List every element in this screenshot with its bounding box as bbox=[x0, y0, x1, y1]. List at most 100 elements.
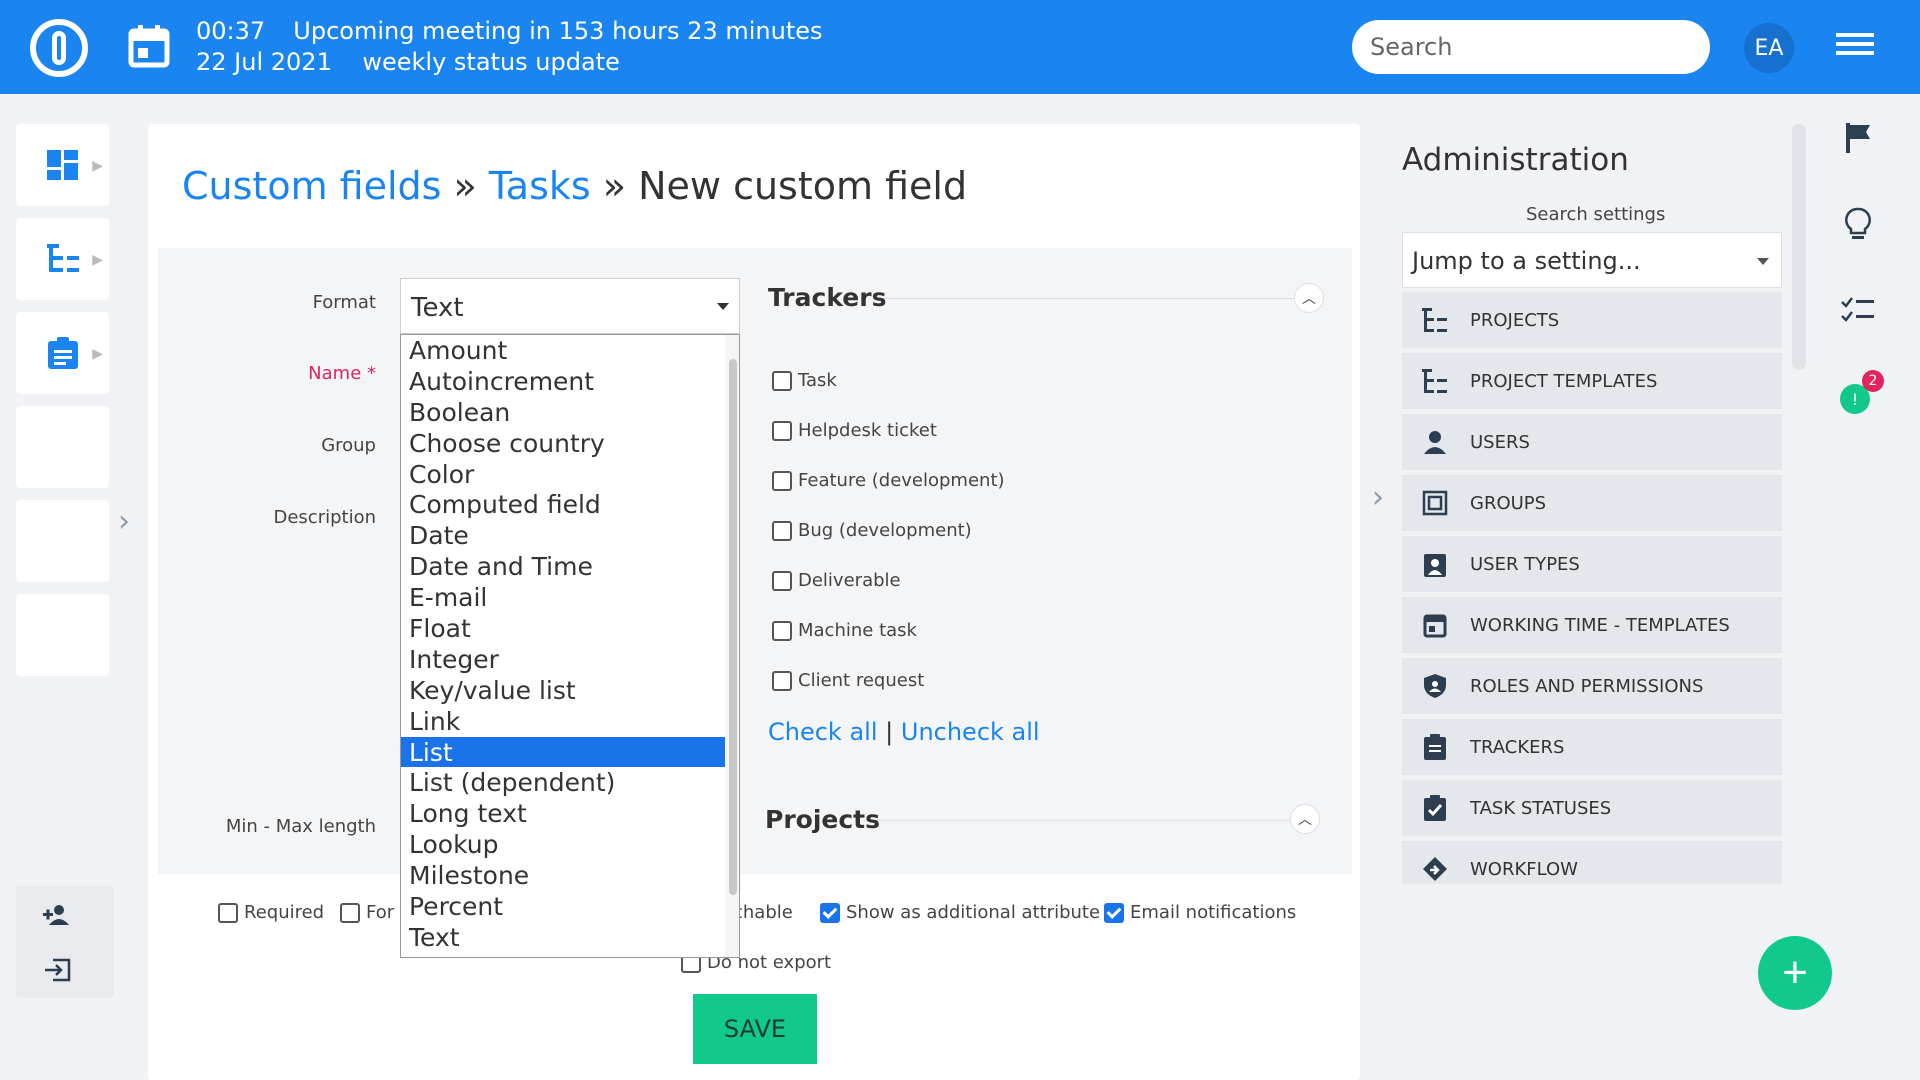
tracker-checkbox[interactable] bbox=[772, 570, 792, 591]
admin-item-projects[interactable]: PROJECTS bbox=[1402, 292, 1782, 348]
logout-icon[interactable] bbox=[45, 958, 71, 982]
tracker-label: Task bbox=[798, 370, 837, 391]
search-input[interactable] bbox=[1352, 20, 1710, 74]
checklist-icon[interactable] bbox=[1838, 290, 1878, 330]
admin-item-task-statuses[interactable]: TASK STATUSES bbox=[1402, 780, 1782, 836]
format-option[interactable]: Color bbox=[401, 459, 727, 490]
dropdown-scrollbar[interactable] bbox=[725, 335, 739, 957]
format-option[interactable]: List (dependent) bbox=[401, 767, 727, 798]
tracker-checkbox[interactable] bbox=[772, 370, 792, 391]
admin-item-label: ROLES AND PERMISSIONS bbox=[1470, 675, 1704, 697]
breadcrumb-tasks[interactable]: Tasks bbox=[489, 164, 591, 208]
admin-scrollbar[interactable] bbox=[1792, 124, 1806, 370]
admin-item-workflow[interactable]: WORKFLOW bbox=[1402, 841, 1782, 884]
format-option[interactable]: List bbox=[401, 736, 727, 768]
sidebar-tasks[interactable]: ▶ bbox=[16, 312, 109, 394]
tracker-option[interactable]: Client request bbox=[772, 670, 924, 691]
admin-item-label: WORKFLOW bbox=[1470, 858, 1578, 880]
description-label: Description bbox=[273, 507, 376, 528]
tracker-label: Feature (development) bbox=[798, 470, 1005, 491]
workflow-icon bbox=[1422, 856, 1448, 882]
breadcrumb-custom-fields[interactable]: Custom fields bbox=[182, 164, 441, 208]
format-option[interactable]: Lookup bbox=[401, 829, 727, 860]
task-statuses-icon bbox=[1422, 795, 1448, 821]
tracker-option[interactable]: Helpdesk ticket bbox=[772, 420, 937, 441]
format-option[interactable]: Float bbox=[401, 613, 727, 644]
email-notifications-checkbox[interactable] bbox=[1104, 902, 1124, 923]
tracker-checkbox[interactable] bbox=[772, 470, 792, 491]
sidebar-empty-slot[interactable] bbox=[16, 406, 109, 488]
sidebar-empty-slot[interactable] bbox=[16, 594, 109, 676]
sidebar-projects[interactable]: ▶ bbox=[16, 218, 109, 300]
expand-sidebar-icon[interactable]: › bbox=[118, 504, 130, 539]
scrollbar-thumb[interactable] bbox=[729, 359, 737, 895]
format-option[interactable]: Computed field bbox=[401, 489, 727, 520]
tracker-checkbox[interactable] bbox=[772, 520, 792, 541]
format-option[interactable]: Key/value list bbox=[401, 675, 727, 706]
admin-item-user-types[interactable]: USER TYPES bbox=[1402, 536, 1782, 592]
administration-title: Administration bbox=[1402, 142, 1629, 178]
chevron-right-icon: ▶ bbox=[92, 158, 103, 174]
collapse-admin-icon[interactable]: › bbox=[1372, 480, 1384, 515]
tracker-checkbox[interactable] bbox=[772, 420, 792, 441]
tracker-option[interactable]: Feature (development) bbox=[772, 470, 1005, 491]
menu-icon[interactable] bbox=[1836, 33, 1874, 61]
required-checkbox[interactable] bbox=[218, 902, 238, 923]
uncheck-all-link[interactable]: Uncheck all bbox=[901, 718, 1040, 746]
show-additional-checkbox[interactable] bbox=[820, 902, 840, 923]
breadcrumb-separator: » bbox=[590, 164, 639, 208]
app-logo-icon[interactable] bbox=[30, 19, 88, 77]
calendar-icon[interactable] bbox=[128, 24, 170, 68]
format-option[interactable]: Choose country bbox=[401, 428, 727, 459]
format-select[interactable]: Text bbox=[400, 278, 740, 334]
format-dropdown-list[interactable]: Amount Autoincrement Boolean Choose country… bbox=[400, 334, 740, 958]
format-option[interactable]: Text bbox=[401, 922, 727, 953]
collapse-projects-button[interactable]: ︿ bbox=[1290, 804, 1320, 834]
user-avatar[interactable]: EA bbox=[1744, 23, 1794, 73]
notification-count-badge: 2 bbox=[1862, 370, 1884, 392]
email-notifications-option[interactable]: Email notifications bbox=[1104, 902, 1296, 923]
format-option[interactable]: E-mail bbox=[401, 582, 727, 613]
format-option[interactable]: Boolean bbox=[401, 397, 727, 428]
admin-item-working-time-templates[interactable]: WORKING TIME - TEMPLATES bbox=[1402, 597, 1782, 653]
format-option[interactable]: Percent bbox=[401, 891, 727, 922]
jump-to-setting-select[interactable]: Jump to a setting... bbox=[1402, 232, 1782, 288]
tracker-option[interactable]: Task bbox=[772, 370, 837, 391]
check-all-link[interactable]: Check all bbox=[768, 718, 878, 746]
sidebar-dashboard[interactable]: ▶ bbox=[16, 124, 109, 206]
save-button[interactable]: SAVE bbox=[693, 994, 817, 1064]
format-option[interactable]: Amount bbox=[401, 335, 727, 366]
add-floating-button[interactable]: + bbox=[1758, 936, 1832, 1010]
format-option[interactable]: Autoincrement bbox=[401, 366, 727, 397]
format-option[interactable]: Date bbox=[401, 520, 727, 551]
admin-item-label: GROUPS bbox=[1470, 492, 1547, 514]
tracker-checkbox[interactable] bbox=[772, 620, 792, 641]
add-user-icon[interactable] bbox=[43, 904, 73, 926]
for-all-checkbox[interactable] bbox=[340, 902, 360, 923]
trackers-title: Trackers bbox=[768, 283, 887, 312]
format-option[interactable]: Integer bbox=[401, 644, 727, 675]
format-option[interactable]: Long text bbox=[401, 798, 727, 829]
users-icon bbox=[1422, 429, 1448, 455]
format-option[interactable]: Milestone bbox=[401, 860, 727, 891]
collapse-trackers-button[interactable]: ︿ bbox=[1294, 283, 1324, 313]
tracker-option[interactable]: Bug (development) bbox=[772, 520, 972, 541]
show-additional-option[interactable]: Show as additional attribute bbox=[820, 902, 1100, 923]
admin-item-project-templates[interactable]: PROJECT TEMPLATES bbox=[1402, 353, 1782, 409]
admin-item-roles-and-permissions[interactable]: ROLES AND PERMISSIONS bbox=[1402, 658, 1782, 714]
tracker-option[interactable]: Deliverable bbox=[772, 570, 901, 591]
tracker-checkbox[interactable] bbox=[772, 670, 792, 691]
sidebar-empty-slot[interactable] bbox=[16, 500, 109, 582]
lightbulb-icon[interactable] bbox=[1838, 204, 1878, 244]
required-option[interactable]: Required bbox=[218, 902, 324, 923]
admin-item-groups[interactable]: GROUPS bbox=[1402, 475, 1782, 531]
format-option[interactable]: Link bbox=[401, 706, 727, 737]
flag-icon[interactable] bbox=[1838, 118, 1878, 158]
for-all-option[interactable]: For bbox=[340, 902, 394, 923]
breadcrumb-separator: » bbox=[441, 164, 489, 208]
upcoming-meeting[interactable]: 00:37 Upcoming meeting in 153 hours 23 m… bbox=[196, 16, 823, 78]
admin-item-trackers[interactable]: TRACKERS bbox=[1402, 719, 1782, 775]
tracker-option[interactable]: Machine task bbox=[772, 620, 917, 641]
admin-item-users[interactable]: USERS bbox=[1402, 414, 1782, 470]
format-option[interactable]: Date and Time bbox=[401, 551, 727, 582]
